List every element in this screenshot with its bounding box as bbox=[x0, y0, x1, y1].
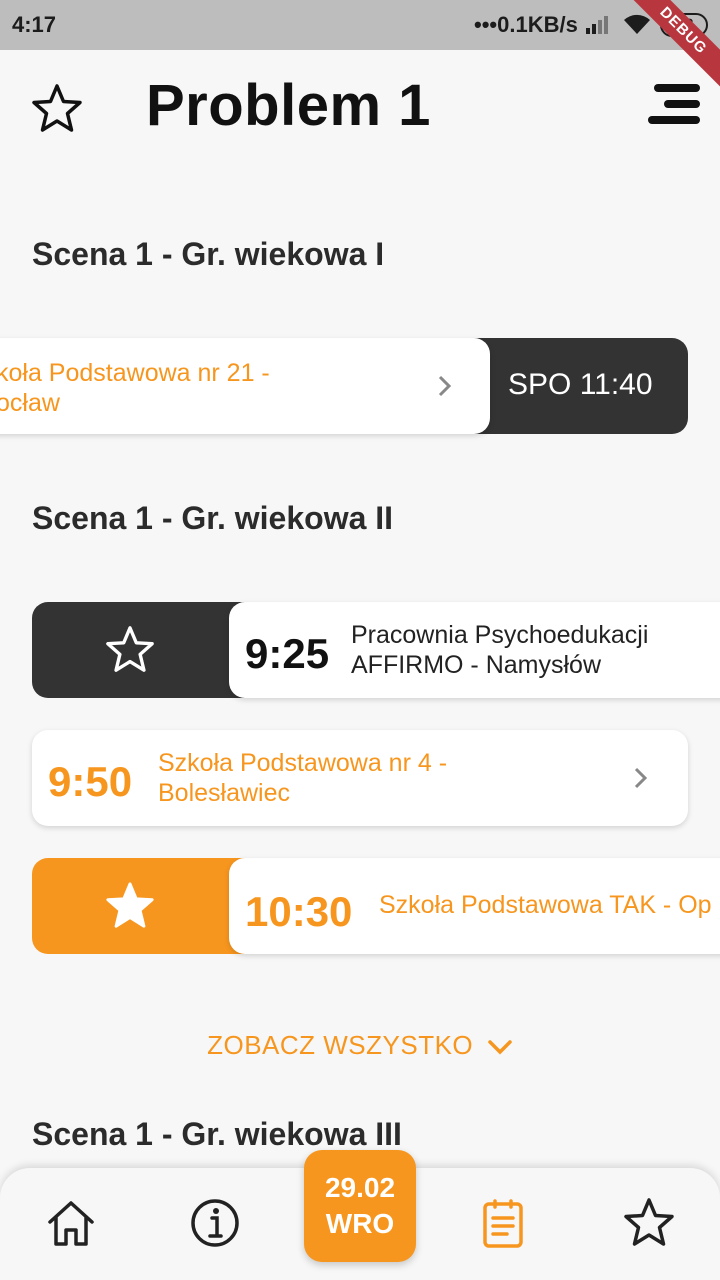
home-icon[interactable] bbox=[44, 1196, 98, 1250]
school-name: koła Podstawowa nr 21 - ocław bbox=[0, 359, 270, 417]
see-all-button[interactable]: ZOBACZ WSZYSTKO bbox=[0, 1030, 720, 1061]
schedule-icon[interactable] bbox=[476, 1196, 530, 1250]
page-title: Problem 1 bbox=[146, 73, 431, 138]
school-name: Pracownia Psychoedukacji AFFIRMO - Namys… bbox=[351, 621, 649, 679]
status-time: 4:17 bbox=[12, 12, 57, 37]
bottom-navigation: 29.02 WRO bbox=[0, 1150, 720, 1280]
chevron-down-icon bbox=[488, 1040, 512, 1055]
performance-time: 9:25 bbox=[245, 630, 330, 677]
section-title-group-2: Scena 1 - Gr. wiekowa II bbox=[32, 500, 394, 536]
signal-icon bbox=[586, 16, 608, 34]
status-bar: 4:17 •••0.1KB/s 38 DEBUG bbox=[0, 0, 720, 94]
location-label: WRO bbox=[325, 1208, 395, 1239]
performance-card-sptak[interactable]: 10:30 Szkoła Podstawowa TAK - Op bbox=[229, 858, 720, 954]
see-all-label: ZOBACZ WSZYSTKO bbox=[207, 1030, 474, 1060]
performance-card-sp4[interactable]: 9:50 Szkoła Podstawowa nr 4 - Bolesławie… bbox=[32, 730, 688, 826]
star-filled-icon bbox=[106, 882, 154, 928]
chevron-right-icon bbox=[634, 767, 648, 789]
section-title-group-3: Scena 1 - Gr. wiekowa III bbox=[32, 1116, 402, 1152]
info-icon[interactable] bbox=[188, 1196, 242, 1250]
wifi-icon bbox=[624, 14, 650, 34]
section-title-group-1: Scena 1 - Gr. wiekowa I bbox=[32, 236, 385, 272]
date-location-button[interactable]: 29.02 WRO bbox=[304, 1150, 416, 1262]
performance-card-affirmo[interactable]: 9:25 Pracownia Psychoedukacji AFFIRMO - … bbox=[229, 602, 720, 698]
network-speed: •••0.1KB/s bbox=[474, 12, 578, 37]
star-outline-icon bbox=[106, 626, 154, 672]
performance-time: 10:30 bbox=[245, 888, 353, 935]
favorites-icon[interactable] bbox=[622, 1196, 676, 1250]
school-name: Szkoła Podstawowa nr 4 - Bolesławiec bbox=[158, 749, 448, 807]
chevron-right-icon bbox=[438, 375, 452, 397]
performance-time: 9:50 bbox=[48, 758, 133, 805]
action-label: SPO 11:40 bbox=[508, 368, 653, 401]
school-name: Szkoła Podstawowa TAK - Op bbox=[379, 891, 712, 919]
app-header: Problem 1 bbox=[0, 50, 720, 170]
performance-card-sp21[interactable]: koła Podstawowa nr 21 - ocław bbox=[0, 338, 490, 434]
date-label: 29.02 bbox=[324, 1172, 396, 1203]
menu-icon[interactable] bbox=[644, 80, 704, 130]
favorite-star-icon[interactable] bbox=[30, 82, 84, 136]
